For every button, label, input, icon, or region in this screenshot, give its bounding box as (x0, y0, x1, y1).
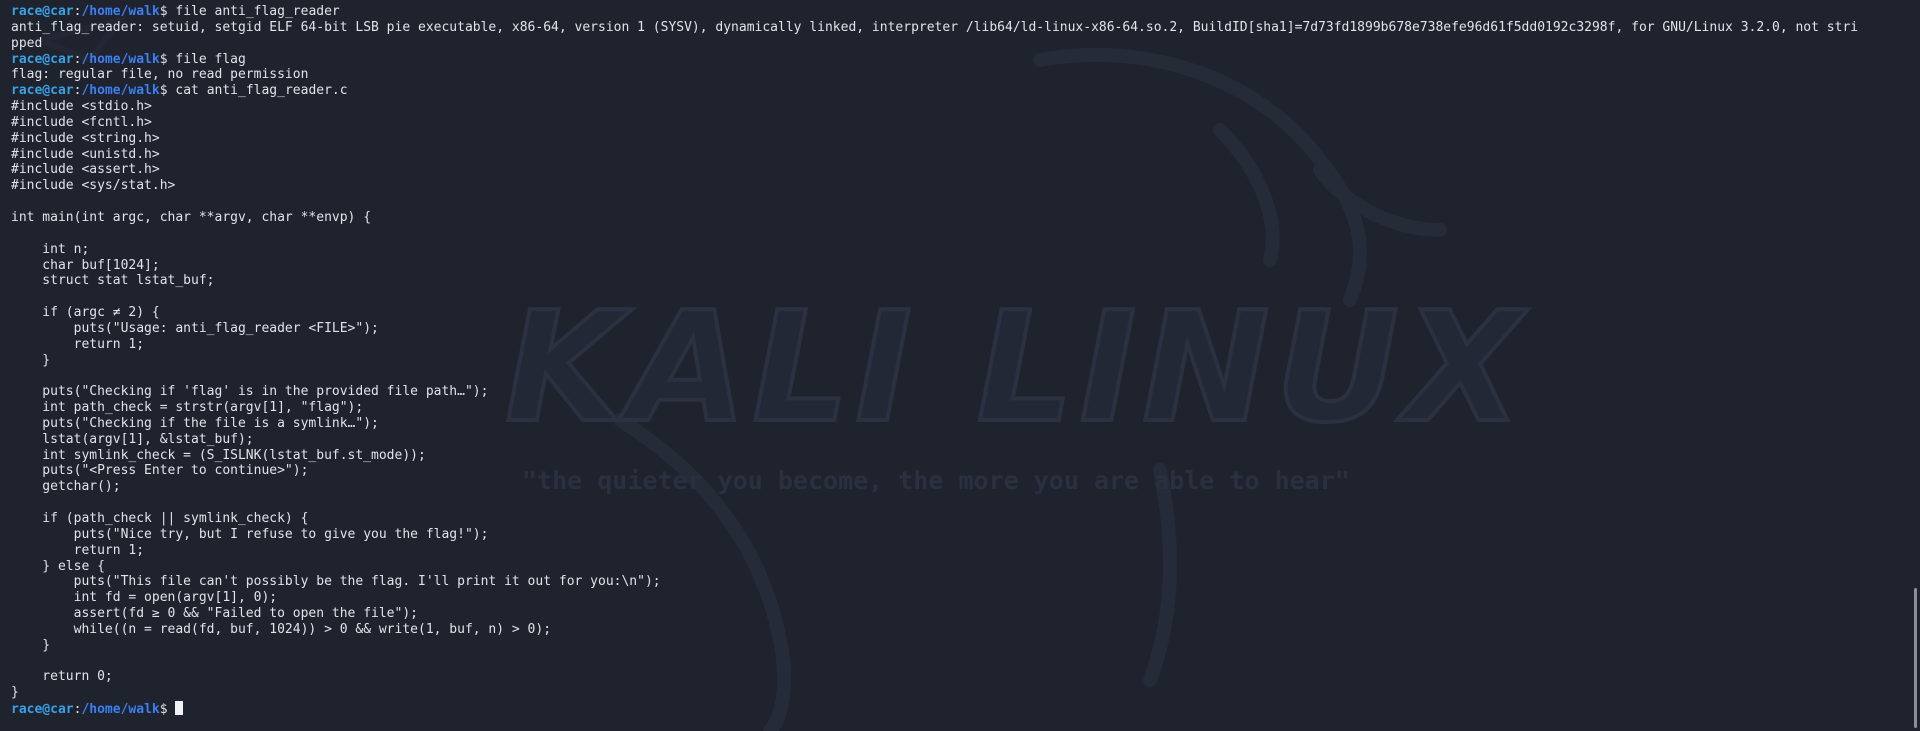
command-line: race@car:/home/walk$ file anti_flag_read… (11, 4, 1900, 20)
output-line: int path_check = strstr(argv[1], "flag")… (11, 400, 364, 416)
output-line: puts("Checking if the file is a symlink…… (11, 415, 379, 431)
output-line: #include <stdio.h> (11, 99, 152, 115)
prompt-user-host: race@car (11, 4, 74, 19)
output-line: if (argc ≠ 2) { (11, 305, 160, 321)
output-line: return 1; (11, 336, 145, 352)
output-line: #include <assert.h> (11, 162, 160, 178)
command-line: race@car:/home/walk$ file flag (11, 52, 1900, 68)
prompt-symbol: $ (159, 83, 176, 99)
output-line: } (11, 352, 51, 368)
prompt-path: /home/walk (81, 83, 160, 99)
output-line: puts("Checking if 'flag' is in the provi… (11, 384, 489, 400)
scrollbar-thumb[interactable] (1914, 588, 1917, 728)
text-cursor[interactable] (175, 701, 184, 716)
output-line: int n; (11, 241, 90, 257)
output-line: int symlink_check = (S_ISLNK(lstat_buf.s… (11, 447, 426, 463)
terminal-output[interactable]: race@car:/home/walk$ file anti_flag_read… (11, 4, 1900, 717)
output-line: int fd = open(argv[1], 0); (11, 590, 278, 606)
prompt-user-host: race@car (11, 83, 74, 99)
terminal-window[interactable]: KALI LINUX "the quieter you become, the … (0, 0, 1920, 731)
output-line: } (11, 637, 51, 653)
prompt-user-host: race@car (11, 702, 74, 718)
active-prompt-line: race@car:/home/walk$ (11, 701, 1900, 717)
output-line: } (11, 685, 19, 701)
output-line: assert(fd ≥ 0 && "Failed to open the fil… (11, 606, 418, 622)
output-line: #include <unistd.h> (11, 146, 160, 162)
output-line: getchar(); (11, 479, 121, 495)
output-line: anti_flag_reader: setuid, setgid ELF 64-… (11, 19, 1859, 35)
command-line: race@car:/home/walk$ cat anti_flag_reade… (11, 83, 1900, 99)
command-text: file flag (175, 51, 246, 67)
prompt-symbol: $ (159, 702, 176, 718)
terminal-scrollbar[interactable] (1908, 0, 1920, 731)
output-line: #include <fcntl.h> (11, 114, 152, 130)
output-line: #include <sys/stat.h> (11, 178, 176, 194)
command-text: cat anti_flag_reader.c (175, 83, 348, 99)
output-line: flag: regular file, no read permission (11, 67, 309, 83)
prompt-symbol: $ (159, 4, 176, 19)
output-line: while((n = read(fd, buf, 1024)) > 0 && w… (11, 621, 552, 637)
output-line: puts("Nice try, but I refuse to give you… (11, 526, 489, 542)
output-line: int main(int argc, char **argv, char **e… (11, 209, 372, 225)
prompt-symbol: $ (159, 51, 176, 67)
output-line: return 1; (11, 542, 145, 558)
output-line: struct stat lstat_buf; (11, 273, 215, 289)
output-line: char buf[1024]; (11, 257, 160, 273)
output-line: pped (11, 35, 43, 51)
output-line: } else { (11, 558, 105, 574)
prompt-path: /home/walk (81, 51, 160, 67)
prompt-path: /home/walk (81, 4, 160, 19)
prompt-user-host: race@car (11, 51, 74, 67)
command-text: file anti_flag_reader (175, 4, 340, 19)
output-line: puts("Usage: anti_flag_reader <FILE>"); (11, 320, 379, 336)
output-line: puts("<Press Enter to continue>"); (11, 463, 309, 479)
output-line: lstat(argv[1], &lstat_buf); (11, 431, 254, 447)
prompt-path: /home/walk (81, 702, 160, 718)
output-line: return 0; (11, 669, 113, 685)
output-line: #include <string.h> (11, 130, 160, 146)
output-line: if (path_check || symlink_check) { (11, 511, 309, 526)
output-line: puts("This file can't possibly be the fl… (11, 574, 661, 590)
